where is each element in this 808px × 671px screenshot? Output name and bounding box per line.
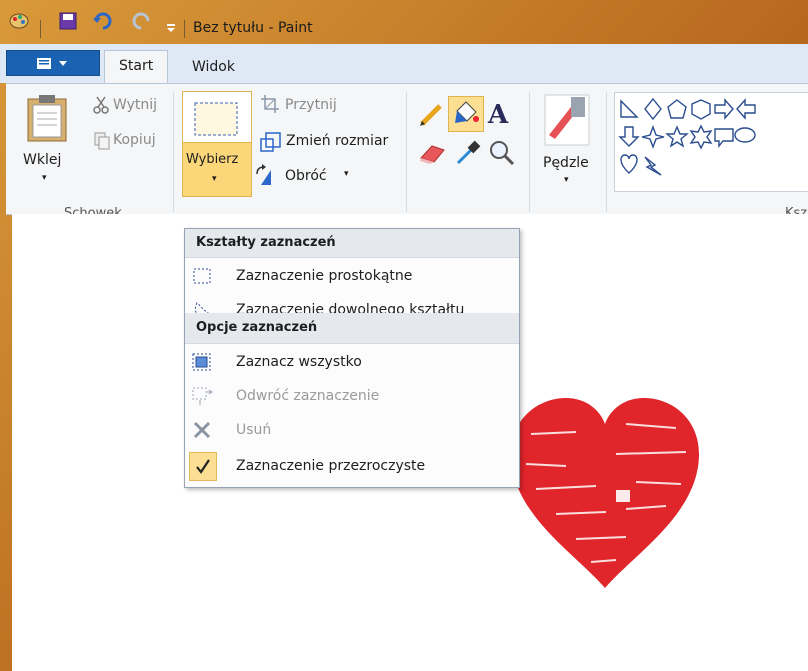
divider [406,92,407,212]
clipboard-icon[interactable] [24,93,70,147]
divider [173,92,174,212]
copy-icon [94,132,110,154]
eraser-icon[interactable] [418,140,448,170]
tab-widok[interactable]: Widok [178,52,249,82]
chevron-down-icon[interactable]: ▾ [564,175,569,185]
resize-button[interactable]: Zmień rozmiar [286,133,388,149]
redo-icon[interactable] [130,11,152,31]
select-dropdown-menu: Kształty zaznaczeń Zaznaczenie prostokąt… [184,228,520,488]
chevron-down-icon[interactable]: ▾ [344,169,349,179]
file-menu-button[interactable] [6,50,100,76]
paint-app-icon[interactable] [8,11,30,31]
scissors-icon [92,96,110,118]
rotate-button[interactable]: Obróć [285,168,327,184]
rotate-icon [254,164,280,190]
menu-item-select-all[interactable]: Zaznacz wszystko [185,345,519,379]
brushes-button[interactable]: Pędzle [543,155,589,171]
divider [606,92,607,212]
crop-button[interactable]: Przytnij [285,97,337,113]
select-icon [193,101,239,141]
save-icon[interactable] [58,11,78,31]
brush-icon[interactable] [541,93,593,151]
divider [184,20,185,38]
tab-start[interactable]: Start [104,50,169,84]
chevron-down-icon: ▾ [212,174,217,184]
menu-item-transparent[interactable]: Zaznaczenie przezroczyste [185,449,519,483]
menu-section-header: Opcje zaznaczeń [185,313,519,344]
customize-icon[interactable] [165,18,177,38]
menu-section-header: Kształty zaznaczeń [185,229,519,258]
heart-drawing [511,398,699,588]
crop-icon [260,94,280,118]
cut-button[interactable]: Wytnij [113,97,157,113]
menu-item-invert[interactable]: Odwróć zaznaczenie [185,379,519,413]
delete-icon [192,420,212,440]
menu-item-delete[interactable]: Usuń [185,413,519,447]
invert-select-icon [192,386,213,406]
paste-button[interactable]: Wklej [23,152,61,168]
title-bar: Bez tytułu - Paint [0,0,808,44]
pencil-icon[interactable] [418,100,446,132]
checkmark-icon [189,452,217,481]
copy-button[interactable]: Kopiuj [113,132,156,148]
select-label: Wybierz [186,152,239,167]
paste-dropdown-icon[interactable]: ▾ [42,173,47,183]
divider [40,20,41,38]
undo-icon[interactable] [92,11,114,31]
select-all-icon [192,352,212,372]
color-picker-icon[interactable] [454,139,482,171]
select-dropdown-area[interactable] [182,142,252,197]
magnifier-icon[interactable] [488,139,516,171]
rect-select-icon [192,266,212,286]
fill-icon[interactable] [448,96,484,132]
window-title: Bez tytułu - Paint [193,20,313,36]
shapes-gallery[interactable] [614,92,808,192]
divider [529,92,530,212]
text-icon[interactable]: A [488,100,508,130]
menu-item-rect-select[interactable]: Zaznaczenie prostokątne [185,259,519,293]
ribbon-tabs: Start Widok [0,44,808,84]
resize-icon [260,131,282,157]
